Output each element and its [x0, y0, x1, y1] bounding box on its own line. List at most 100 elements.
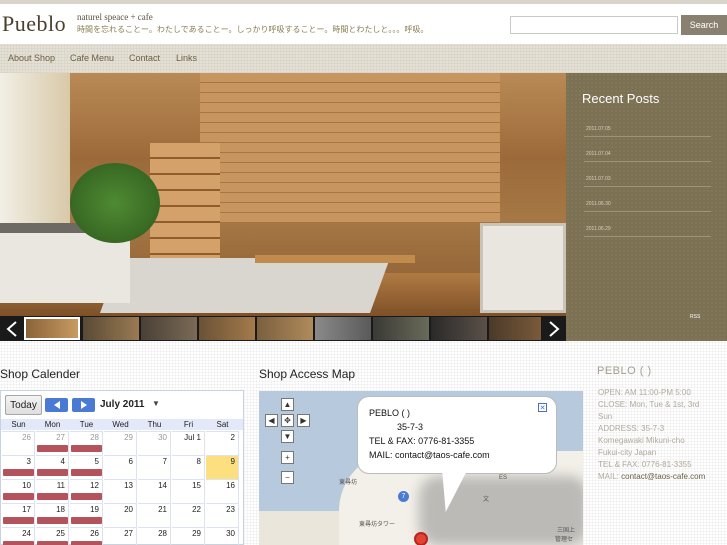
- slide-thumbnail[interactable]: [373, 317, 429, 340]
- calendar-day[interactable]: Jul 1: [172, 431, 205, 455]
- calendar-day[interactable]: 8: [172, 455, 205, 479]
- pan-up-icon[interactable]: ▲: [281, 398, 294, 411]
- search-input[interactable]: [510, 16, 678, 34]
- calendar-day[interactable]: 28: [138, 527, 171, 545]
- calendar-day[interactable]: 20: [104, 503, 137, 527]
- calendar-event[interactable]: [37, 445, 68, 452]
- calendar-day[interactable]: 7: [138, 455, 171, 479]
- calendar-day[interactable]: 16: [206, 479, 239, 503]
- slide-thumbnail[interactable]: [141, 317, 197, 340]
- calendar-day-number: 28: [90, 433, 99, 442]
- slide-thumbnail[interactable]: [489, 317, 541, 340]
- calendar-day[interactable]: 27: [104, 527, 137, 545]
- calendar-day[interactable]: 30: [138, 431, 171, 455]
- calendar-day[interactable]: 23: [206, 503, 239, 527]
- calendar-day[interactable]: 19: [70, 503, 103, 527]
- calendar-day[interactable]: 22: [172, 503, 205, 527]
- calendar-day[interactable]: 15: [172, 479, 205, 503]
- calendar-day[interactable]: 5: [70, 455, 103, 479]
- calendar-day[interactable]: 9: [206, 455, 239, 479]
- site-logo[interactable]: Pueblo: [2, 11, 66, 37]
- calendar-day[interactable]: 3: [2, 455, 35, 479]
- pan-down-icon[interactable]: ▼: [281, 430, 294, 443]
- calendar-event[interactable]: [71, 517, 102, 524]
- calendar-event[interactable]: [37, 541, 68, 545]
- calendar-day[interactable]: 25: [36, 527, 69, 545]
- slide-thumbnail[interactable]: [257, 317, 313, 340]
- arrow-left-icon[interactable]: [0, 316, 24, 341]
- close-icon[interactable]: ✕: [538, 403, 547, 412]
- pan-right-icon[interactable]: ▶: [297, 414, 310, 427]
- calendar-day-number: 21: [158, 505, 167, 514]
- calendar-day[interactable]: 17: [2, 503, 35, 527]
- map-label: 東尋坊タワー: [359, 522, 396, 528]
- calendar-event[interactable]: [71, 469, 102, 476]
- zoom-out-icon[interactable]: −: [281, 471, 294, 484]
- prev-month-button[interactable]: [45, 398, 68, 412]
- calendar-day[interactable]: 6: [104, 455, 137, 479]
- map-title: Shop Access Map: [259, 367, 356, 381]
- recent-post-item[interactable]: 2011.07.04: [584, 137, 711, 162]
- nav-contact[interactable]: Contact: [129, 53, 160, 63]
- calendar-day[interactable]: 27: [36, 431, 69, 455]
- calendar-day[interactable]: 13: [104, 479, 137, 503]
- calendar-event[interactable]: [3, 469, 34, 476]
- calendar-day[interactable]: 28: [70, 431, 103, 455]
- next-month-button[interactable]: [72, 398, 95, 412]
- slide-thumbnail[interactable]: [83, 317, 139, 340]
- calendar-day[interactable]: 26: [2, 431, 35, 455]
- calendar-event[interactable]: [37, 469, 68, 476]
- map-label: ES: [499, 475, 508, 481]
- nav-links[interactable]: Links: [176, 53, 197, 63]
- slide-thumbnail[interactable]: [199, 317, 255, 340]
- nav-cafe-menu[interactable]: Cafe Menu: [70, 53, 114, 63]
- calendar-day-number: 28: [158, 529, 167, 538]
- calendar-event[interactable]: [3, 517, 34, 524]
- shop-info-line: OPEN: AM 11:00-PM 5:00: [598, 388, 691, 397]
- slide-thumbnail[interactable]: [431, 317, 487, 340]
- arrow-right-icon[interactable]: [542, 316, 566, 341]
- pan-center-icon[interactable]: ✥: [281, 414, 294, 427]
- recent-post-item[interactable]: 2011.07.03: [584, 162, 711, 187]
- search-button[interactable]: Search: [681, 15, 727, 35]
- calendar-day[interactable]: 4: [36, 455, 69, 479]
- calendar-day[interactable]: 21: [138, 503, 171, 527]
- calendar-day[interactable]: 24: [2, 527, 35, 545]
- shop-info-line: Sun: [598, 412, 613, 421]
- chevron-down-icon[interactable]: ▼: [152, 399, 160, 408]
- calendar-day[interactable]: 11: [36, 479, 69, 503]
- recent-post-item[interactable]: 2011.06.29: [584, 212, 711, 237]
- rss-link[interactable]: RSS: [690, 314, 700, 320]
- calendar-day[interactable]: 29: [172, 527, 205, 545]
- hero-table: [255, 255, 415, 263]
- calendar-event[interactable]: [37, 493, 68, 500]
- calendar-event[interactable]: [71, 493, 102, 500]
- nav-about-shop[interactable]: About Shop: [8, 53, 55, 63]
- slide-thumbnail[interactable]: [24, 317, 80, 340]
- calendar-event[interactable]: [3, 493, 34, 500]
- triangle-left-icon: [53, 401, 60, 409]
- calendar-event[interactable]: [71, 541, 102, 545]
- map-marker-icon[interactable]: [414, 532, 428, 545]
- calendar-day-number: 7: [162, 457, 167, 466]
- recent-post-item[interactable]: 2011.06.30: [584, 187, 711, 212]
- recent-post-item[interactable]: 2011.07.05: [584, 112, 711, 137]
- calendar-event[interactable]: [71, 445, 102, 452]
- calendar-event[interactable]: [37, 517, 68, 524]
- shop-email-link[interactable]: contact@taos-cafe.com: [621, 472, 705, 481]
- calendar-event[interactable]: [3, 541, 34, 545]
- calendar-day[interactable]: 30: [206, 527, 239, 545]
- calendar-day[interactable]: 26: [70, 527, 103, 545]
- calendar-day[interactable]: 14: [138, 479, 171, 503]
- zoom-in-icon[interactable]: +: [281, 451, 294, 464]
- calendar-day[interactable]: 18: [36, 503, 69, 527]
- pan-left-icon[interactable]: ◀: [265, 414, 278, 427]
- calendar-day[interactable]: 12: [70, 479, 103, 503]
- calendar-day[interactable]: 2: [206, 431, 239, 455]
- shop-info-line: ADDRESS: 35-7-3: [598, 424, 665, 433]
- calendar-day[interactable]: 29: [104, 431, 137, 455]
- shop-info-line: Komegawaki Mikuni-cho: [598, 436, 685, 445]
- slide-thumbnail[interactable]: [315, 317, 371, 340]
- calendar-day[interactable]: 10: [2, 479, 35, 503]
- today-button[interactable]: Today: [5, 395, 42, 415]
